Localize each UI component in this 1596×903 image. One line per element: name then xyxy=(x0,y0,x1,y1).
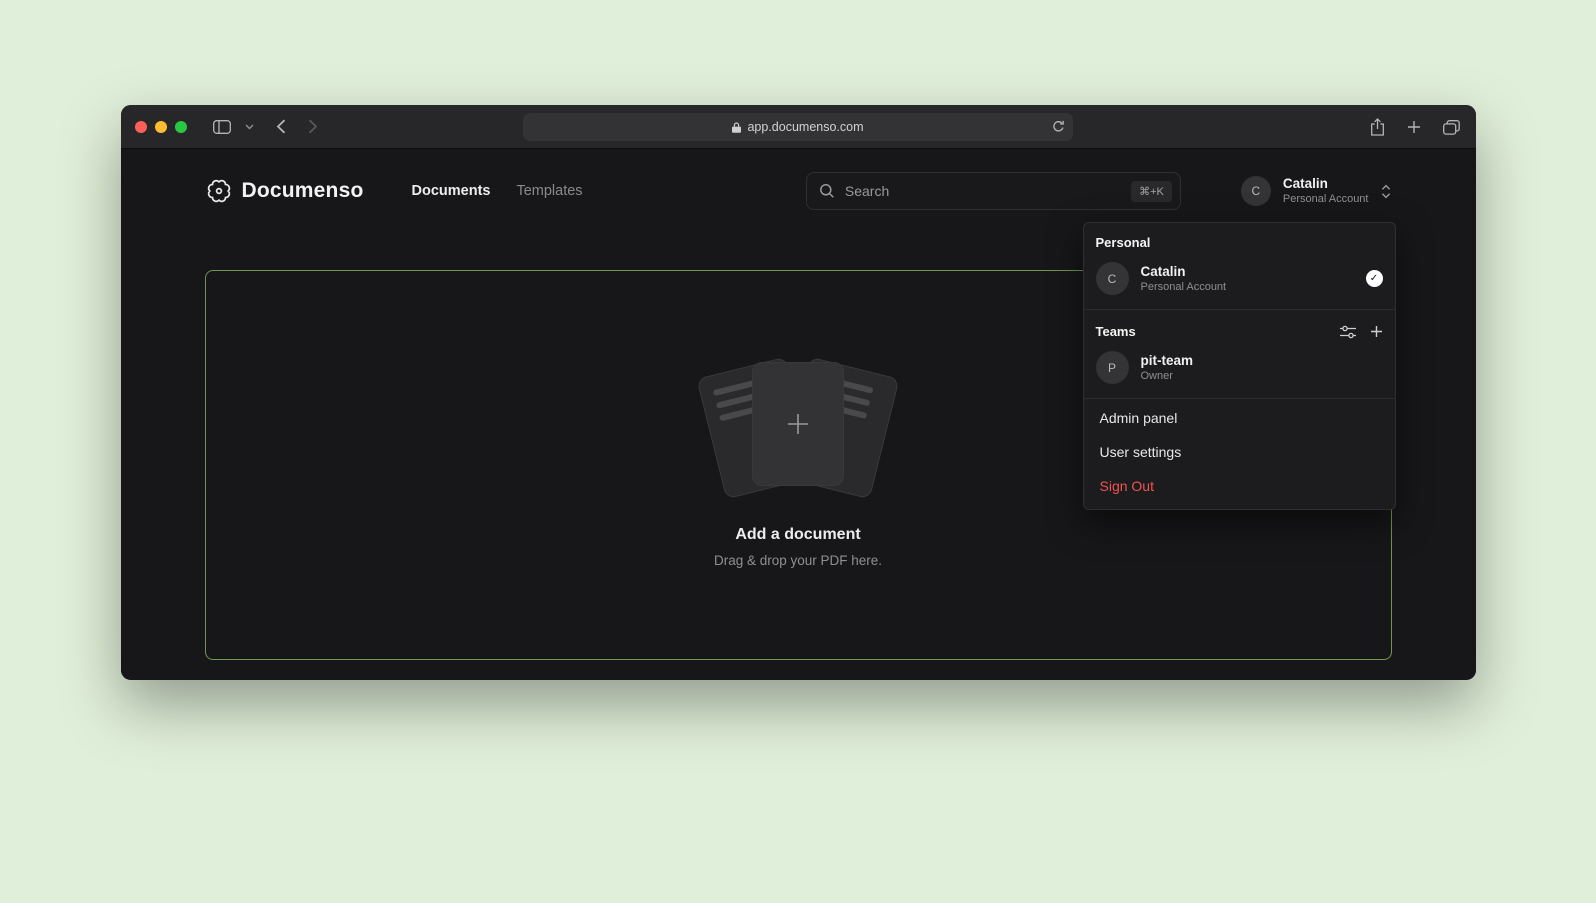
menu-item-user-settings[interactable]: User settings xyxy=(1084,435,1395,469)
url-text: app.documenso.com xyxy=(747,120,863,134)
dropzone-title: Add a document xyxy=(735,526,860,544)
avatar: C xyxy=(1096,262,1129,295)
search-input[interactable] xyxy=(843,182,1123,200)
account-type: Personal Account xyxy=(1283,193,1369,207)
back-icon[interactable] xyxy=(276,119,286,134)
menu-divider xyxy=(1084,309,1395,310)
personal-section-label: Personal xyxy=(1084,223,1395,258)
nav-templates[interactable]: Templates xyxy=(516,183,582,199)
add-team-icon[interactable] xyxy=(1370,325,1383,338)
personal-account-name: Catalin xyxy=(1141,263,1227,281)
avatar: C xyxy=(1241,176,1271,206)
app-header: Documenso Documents Templates ⌘+K C Cata… xyxy=(121,149,1476,211)
brand-name: Documenso xyxy=(242,179,364,203)
search-shortcut-badge: ⌘+K xyxy=(1131,181,1172,202)
brand[interactable]: Documenso xyxy=(206,178,364,204)
manage-teams-icon[interactable] xyxy=(1340,325,1356,339)
selected-check-icon: ✓ xyxy=(1366,270,1383,287)
search-bar[interactable]: ⌘+K xyxy=(806,172,1181,210)
zoom-window-button[interactable] xyxy=(175,121,187,133)
share-icon[interactable] xyxy=(1370,118,1385,136)
forward-icon[interactable] xyxy=(308,119,318,134)
refresh-icon[interactable] xyxy=(1052,120,1065,133)
personal-account-item[interactable]: C Catalin Personal Account ✓ xyxy=(1084,258,1395,307)
app-content: Documenso Documents Templates ⌘+K C Cata… xyxy=(121,149,1476,679)
team-role: Owner xyxy=(1141,369,1194,383)
add-plus-icon xyxy=(753,363,843,485)
address-bar[interactable]: app.documenso.com xyxy=(523,113,1073,141)
close-window-button[interactable] xyxy=(135,121,147,133)
nav-documents[interactable]: Documents xyxy=(412,183,491,199)
traffic-lights xyxy=(135,121,187,133)
team-item[interactable]: P pit-team Owner xyxy=(1084,347,1395,396)
new-tab-icon[interactable] xyxy=(1407,120,1421,134)
dropzone-subtitle: Drag & drop your PDF here. xyxy=(714,553,882,568)
minimize-window-button[interactable] xyxy=(155,121,167,133)
tab-overview-icon[interactable] xyxy=(1443,120,1460,135)
menu-divider xyxy=(1084,398,1395,399)
browser-toolbar: app.documenso.com xyxy=(121,105,1476,149)
document-card-add xyxy=(752,362,844,486)
documents-illustration xyxy=(688,362,908,496)
menu-item-sign-out[interactable]: Sign Out xyxy=(1084,469,1395,503)
documenso-logo-icon xyxy=(206,178,232,204)
menu-item-admin-panel[interactable]: Admin panel xyxy=(1084,401,1395,435)
main-nav: Documents Templates xyxy=(412,183,583,199)
browser-window: app.documenso.com Documenso xyxy=(121,105,1476,680)
search-icon xyxy=(819,183,835,199)
account-name: Catalin xyxy=(1283,176,1369,193)
team-avatar: P xyxy=(1096,351,1129,384)
lock-icon xyxy=(732,122,741,133)
personal-account-subtitle: Personal Account xyxy=(1141,280,1227,294)
tab-group-chevron-icon[interactable] xyxy=(245,124,254,130)
sidebar-toggle-icon[interactable] xyxy=(213,120,231,134)
chevron-up-down-icon xyxy=(1381,184,1391,199)
account-menu-trigger[interactable]: C Catalin Personal Account xyxy=(1241,176,1391,207)
team-name: pit-team xyxy=(1141,352,1194,370)
teams-section-label: Teams xyxy=(1096,324,1136,339)
account-dropdown-menu: Personal C Catalin Personal Account ✓ Te… xyxy=(1083,222,1396,510)
